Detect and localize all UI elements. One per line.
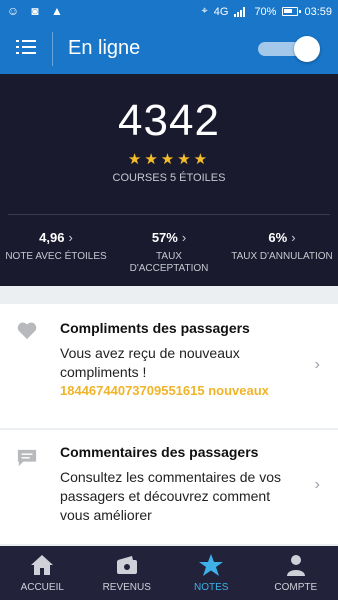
online-toggle[interactable] [258, 36, 320, 62]
metric-label: TAUX D'ACCEPTATION [129, 251, 209, 274]
metric-label: TAUX D'ANNULATION [231, 251, 333, 262]
compliments-card[interactable]: Compliments des passagers Vous avez reçu… [0, 304, 338, 428]
comments-card[interactable]: Commentaires des passagers Consultez les… [0, 430, 338, 544]
warning-notification-icon: ▲ [51, 4, 63, 18]
chevron-right-icon: › [291, 230, 296, 245]
metric-acceptance[interactable]: 57% › TAUX D'ACCEPTATION [113, 230, 225, 275]
nav-item-home[interactable]: ACCUEIL [0, 546, 85, 600]
heart-icon [17, 322, 37, 340]
nav-item-ratings[interactable]: NOTES [169, 546, 254, 600]
five-star-trips-count: 4342 [118, 96, 220, 145]
status-bar: ☺ ◙ ▲ ⌖ 4G 70% 03:59 [0, 0, 338, 24]
metric-cancellation[interactable]: 6% › TAUX D'ANNULATION [226, 230, 338, 263]
new-compliments-count: 18446744073709551615 nouveaux [60, 383, 269, 398]
clock: 03:59 [304, 5, 332, 18]
camera-notification-icon: ◙ [31, 4, 39, 18]
app-bar: En ligne [0, 24, 338, 74]
bottom-navigation: ACCUEIL REVENUS NOTES COMPTE [0, 546, 338, 600]
wallet-icon [116, 556, 137, 574]
emoji-notification-icon: ☺ [6, 4, 20, 18]
chevron-right-icon: › [181, 230, 187, 245]
star-icon [199, 554, 224, 576]
person-icon [286, 555, 305, 576]
nav-label: ACCUEIL [20, 582, 64, 593]
ratings-summary: 4342 ★★★★★ COURSES 5 ÉTOILES 4,96 › NOTE … [0, 74, 338, 286]
notification-icons: ☺ ◙ ▲ [6, 4, 64, 18]
battery-percent: 70% [254, 5, 277, 18]
home-icon [31, 555, 54, 575]
card-description: Consultez les commentaires de vos passag… [60, 469, 281, 523]
stars-icon: ★★★★★ [127, 151, 211, 168]
card-title: Compliments des passagers [60, 320, 250, 336]
chevron-right-icon: › [68, 230, 73, 245]
signal-icon [234, 6, 248, 17]
nav-label: REVENUS [102, 582, 151, 593]
nav-item-earnings[interactable]: REVENUS [85, 546, 170, 600]
card-description: Vous avez reçu de nouveaux compliments ! [60, 345, 240, 380]
chevron-right-icon: › [314, 476, 320, 493]
nav-label: COMPTE [274, 582, 318, 593]
metric-rating[interactable]: 4,96 › NOTE AVEC ÉTOILES [0, 230, 112, 263]
location-icon: ⌖ [201, 5, 208, 17]
card-body: Vous avez reçu de nouveaux compliments !… [60, 344, 292, 398]
menu-icon[interactable] [16, 40, 36, 56]
chevron-right-icon: › [314, 356, 320, 373]
toggle-knob [294, 36, 320, 62]
metric-value: 4,96 [39, 230, 65, 245]
page-title: En ligne [68, 37, 141, 59]
metric-label: NOTE AVEC ÉTOILES [5, 251, 107, 262]
five-star-trips-label: COURSES 5 ÉTOILES [112, 172, 226, 184]
card-title: Commentaires des passagers [60, 444, 259, 460]
app-bar-divider [52, 32, 53, 66]
chat-icon [17, 449, 37, 467]
network-type: 4G [213, 5, 229, 18]
battery-icon [282, 7, 302, 16]
metric-value: 57% [151, 230, 178, 245]
nav-label: NOTES [194, 582, 229, 593]
nav-item-account[interactable]: COMPTE [254, 546, 338, 600]
metric-value: 6% [268, 230, 288, 245]
stats-divider [8, 214, 330, 215]
status-icons: ⌖ 4G 70% 03:59 [202, 5, 332, 18]
